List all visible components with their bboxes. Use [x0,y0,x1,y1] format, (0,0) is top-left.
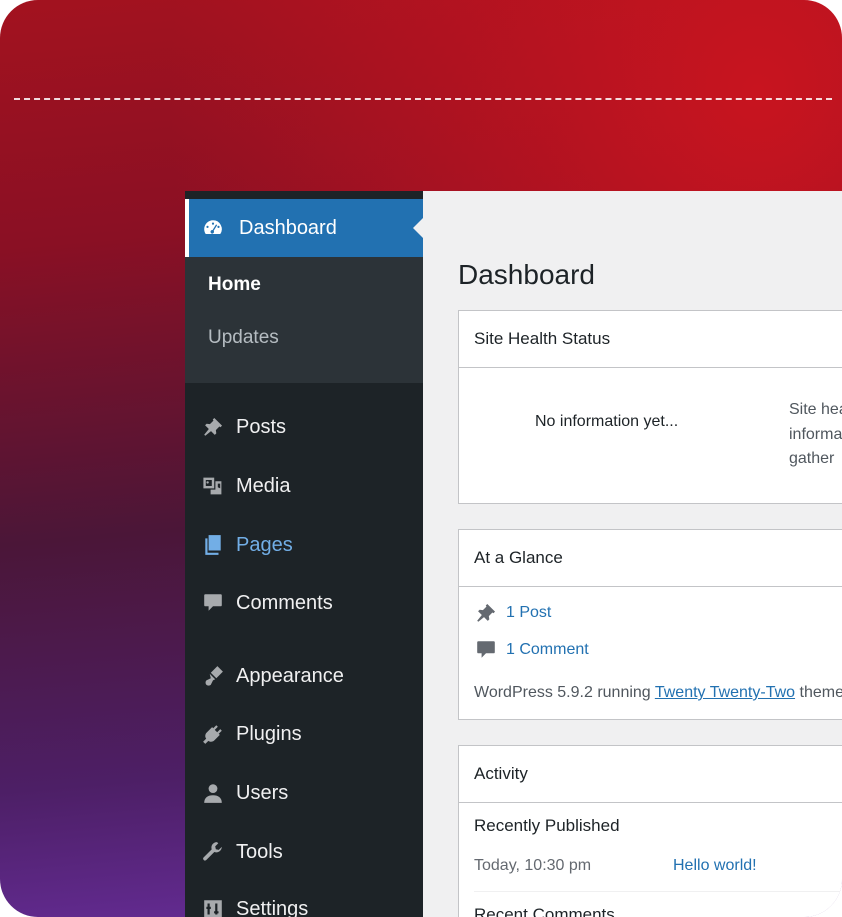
panel-title[interactable]: Activity [459,746,842,803]
wordpress-version-line: WordPress 5.9.2 running Twenty Twenty-Tw… [474,684,842,702]
sidebar-item-label: Users [236,781,289,804]
dashboard-submenu: Home Updates [185,257,423,383]
page-title: Dashboard [458,259,595,290]
posts-count-link[interactable]: 1 Post [506,604,551,622]
sidebar-item-label: Posts [236,415,287,438]
comment-bubble-icon [201,591,225,615]
main-content: Dashboard Site Health Status No informat… [423,191,842,917]
sidebar-item-users[interactable]: Users [185,773,423,813]
panel-title[interactable]: Site Health Status [459,311,842,368]
submenu-updates[interactable]: Updates [208,327,279,349]
dashed-divider [14,98,832,100]
sidebar-item-label: Appearance [236,664,344,687]
pages-icon [201,533,225,557]
theme-link[interactable]: Twenty Twenty-Two [655,684,795,701]
sidebar-item-label: Pages [236,533,293,556]
paintbrush-icon [201,664,225,688]
health-description: Site hea informa gather [789,401,842,467]
sidebar-item-label: Settings [236,897,309,917]
sidebar-item-label: Media [236,474,291,497]
admin-sidebar: Dashboard Home Updates Posts Media Pages [185,191,423,917]
activity-panel: Activity Recently Published Today, 10:30… [458,745,842,917]
active-pointer-arrow [413,218,423,238]
publish-date: Today, 10:30 pm [474,857,592,874]
pushpin-icon [474,601,498,625]
site-health-panel: Site Health Status No information yet...… [458,310,842,504]
sidebar-item-label: Comments [236,591,333,614]
sidebar-item-dashboard[interactable]: Dashboard [185,199,423,257]
wrench-icon [201,840,225,864]
sidebar-item-label: Dashboard [239,216,337,239]
sidebar-item-appearance[interactable]: Appearance [185,656,423,696]
sidebar-item-posts[interactable]: Posts [185,407,423,447]
sidebar-item-tools[interactable]: Tools [185,832,423,872]
dashboard-gauge-icon [202,217,224,239]
background-frame: Dashboard Home Updates Posts Media Pages [0,0,842,917]
theme-suffix: theme [795,684,842,701]
panel-title[interactable]: At a Glance [459,530,842,587]
recent-comments-heading: Recent Comments [474,905,615,917]
sidebar-item-settings[interactable]: Settings [185,889,423,917]
plugin-icon [201,722,225,746]
sidebar-item-comments[interactable]: Comments [185,583,423,623]
sidebar-item-media[interactable]: Media [185,466,423,506]
media-icon [201,474,225,498]
pushpin-icon [201,415,225,439]
sidebar-item-label: Plugins [236,722,302,745]
glance-posts[interactable]: 1 Post [474,601,551,625]
user-icon [201,781,225,805]
settings-sliders-icon [201,897,225,917]
sidebar-item-plugins[interactable]: Plugins [185,714,423,754]
post-title-link[interactable]: Hello world! [673,857,757,875]
recently-published-heading: Recently Published [474,816,620,835]
health-status-text: No information yet... [535,413,679,430]
sidebar-item-pages[interactable]: Pages [185,525,423,565]
divider [474,891,842,892]
at-a-glance-panel: At a Glance 1 Post 1 Comment WordPress 5… [458,529,842,720]
sidebar-item-label: Tools [236,840,283,863]
glance-comments[interactable]: 1 Comment [474,638,589,662]
comments-count-link[interactable]: 1 Comment [506,641,589,659]
submenu-home[interactable]: Home [208,274,261,296]
wp-version-text: WordPress 5.9.2 running [474,684,655,701]
comment-bubble-icon [474,638,498,662]
